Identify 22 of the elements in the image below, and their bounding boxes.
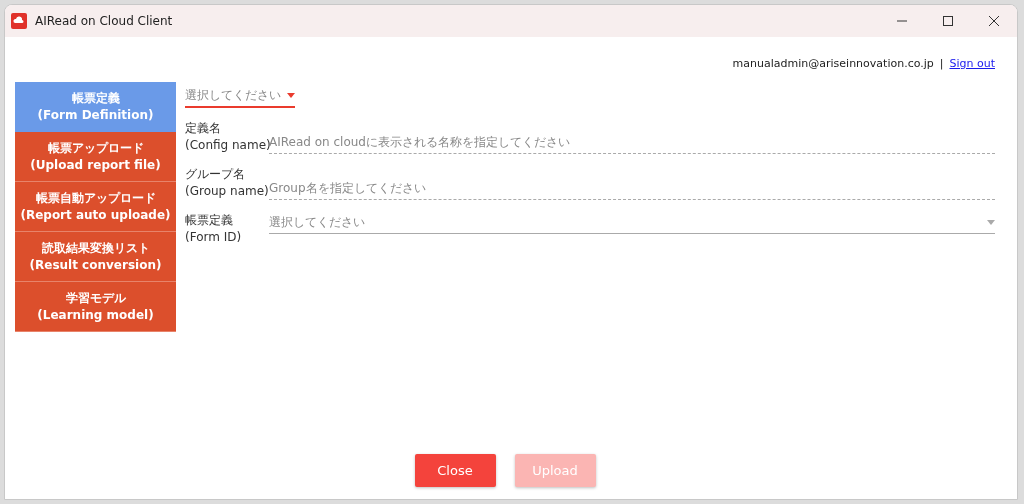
config-dropdown[interactable]: 選択してください (185, 84, 295, 108)
caret-icon (987, 219, 995, 225)
sidebar-item[interactable]: 学習モデル (Learning model) (15, 282, 176, 332)
separator: | (939, 56, 944, 70)
window-title: AIRead on Cloud Client (35, 14, 174, 28)
action-button[interactable]: Close (414, 454, 496, 487)
caret-icon (287, 92, 295, 98)
sign-out-link[interactable]: Sign out (949, 56, 995, 70)
field-label: 定義名 (Config name) (185, 120, 269, 154)
sidebar-item[interactable]: 帳票定義 (Form Definition) (15, 82, 176, 132)
input-field[interactable]: AIRead on cloudに表示される名称を指定してください (269, 131, 995, 154)
close-icon[interactable] (989, 16, 999, 26)
cloud-logo-icon (11, 13, 27, 29)
field-label: 帳票定義 (Form ID) (185, 212, 243, 246)
sidebar-item[interactable]: 帳票自動アップロード (Report auto uploade) (15, 182, 176, 232)
user-email: manualadmin@ariseinnovation.co.jp (732, 56, 934, 70)
select-field[interactable]: 選択してください (269, 211, 995, 234)
sidebar-item[interactable]: 読取結果変換リスト (Result conversion) (15, 232, 176, 282)
maximize-icon[interactable] (943, 16, 953, 26)
sidebar-item[interactable]: 帳票アップロード (Upload report file) (15, 132, 176, 182)
field-label: グループ名 (Group name) (185, 166, 269, 200)
input-field[interactable]: Group名を指定してください (269, 177, 995, 200)
